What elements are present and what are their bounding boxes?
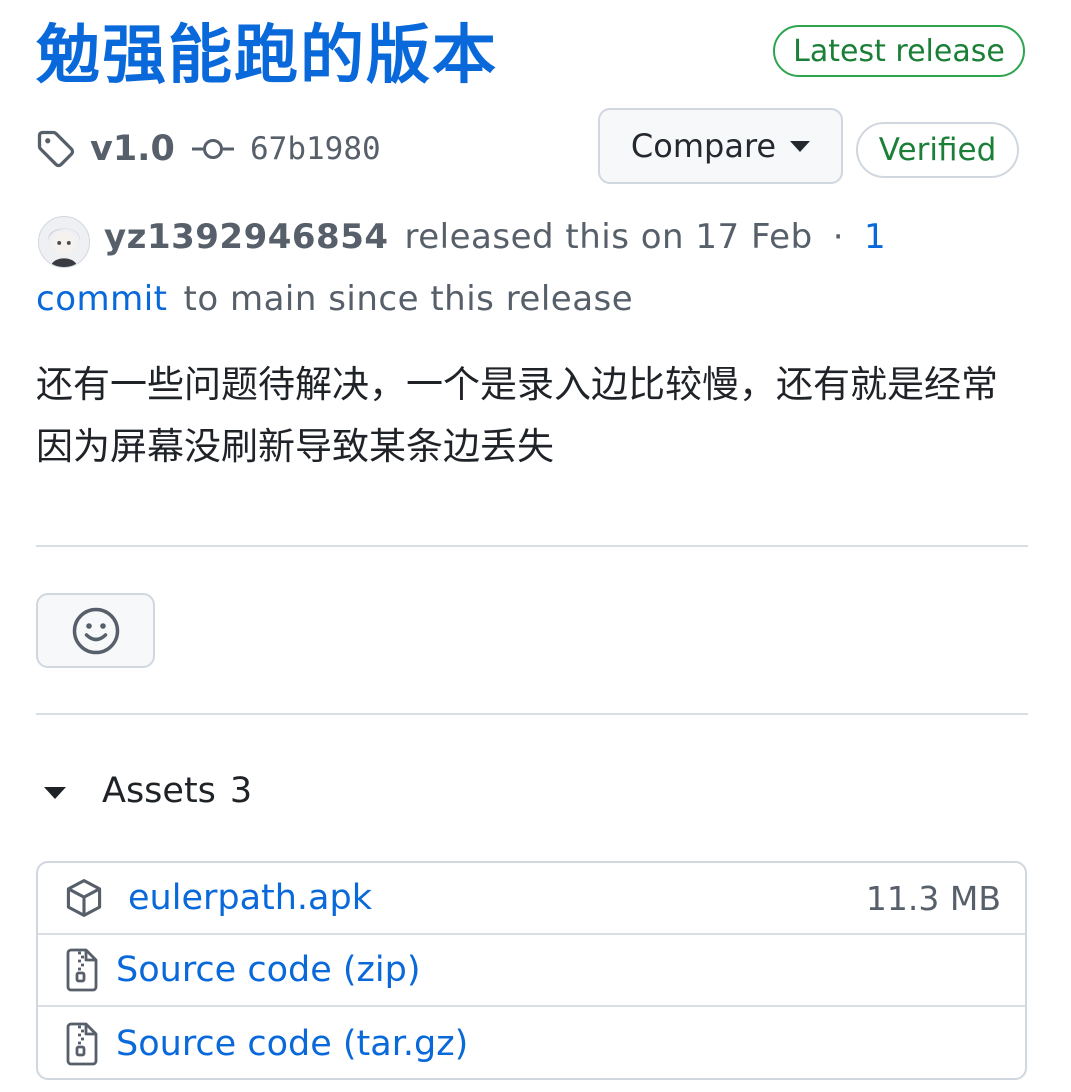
asset-link-apk[interactable]: eulerpath.apk	[128, 878, 372, 918]
asset-row: Source code (tar.gz)	[38, 1008, 1025, 1078]
file-zip-icon	[66, 1022, 98, 1066]
since-text: to main since this release	[183, 279, 634, 319]
commit-word-link[interactable]: commit	[36, 279, 168, 319]
file-zip-icon	[66, 948, 98, 992]
latest-release-badge: Latest release	[773, 25, 1025, 77]
commit-link[interactable]: 67b1980	[190, 124, 381, 174]
commit-hash: 67b1980	[250, 131, 381, 167]
author-link[interactable]: yz1392946854	[104, 217, 389, 257]
release-info: yz1392946854 released this on 17 Feb · 1	[104, 208, 886, 266]
verified-badge[interactable]: Verified	[856, 122, 1019, 178]
smiley-icon	[72, 607, 119, 654]
asset-link-source-zip[interactable]: Source code (zip)	[116, 950, 421, 990]
caret-down-icon	[790, 140, 811, 152]
compare-label: Compare	[630, 127, 777, 165]
avatar[interactable]	[38, 216, 90, 268]
divider	[36, 713, 1028, 715]
compare-button[interactable]: Compare	[598, 108, 843, 184]
tag-icon	[37, 130, 75, 168]
release-info-continued: commit to main since this release	[36, 272, 633, 326]
separator-dot: ·	[832, 217, 844, 257]
commits-count-link[interactable]: 1	[864, 217, 886, 257]
assets-list: eulerpath.apk 11.3 MB Source code (zip) …	[36, 861, 1027, 1080]
assets-label: Assets	[102, 771, 216, 811]
tag-link[interactable]: v1.0	[34, 124, 175, 174]
asset-row: eulerpath.apk 11.3 MB	[38, 863, 1025, 935]
assets-toggle[interactable]: Assets 3	[44, 764, 252, 818]
release-title[interactable]: 勉强能跑的版本	[36, 14, 498, 98]
add-reaction-button[interactable]	[36, 593, 155, 668]
triangle-down-icon	[44, 787, 66, 799]
divider	[36, 545, 1028, 547]
asset-row: Source code (zip)	[38, 935, 1025, 1007]
asset-link-source-targz[interactable]: Source code (tar.gz)	[116, 1024, 468, 1064]
avatar-image	[39, 217, 89, 267]
assets-count: 3	[229, 771, 253, 811]
released-text: released this on 17 Feb	[404, 217, 813, 257]
git-commit-icon	[192, 139, 234, 159]
package-icon	[66, 879, 102, 917]
tag-label: v1.0	[90, 129, 175, 169]
release-notes: 还有一些问题待解决，一个是录入边比较慢，还有就是经常因为屏幕没刷新导致某条边丢失	[36, 363, 998, 468]
asset-size: 11.3 MB	[865, 878, 1001, 918]
